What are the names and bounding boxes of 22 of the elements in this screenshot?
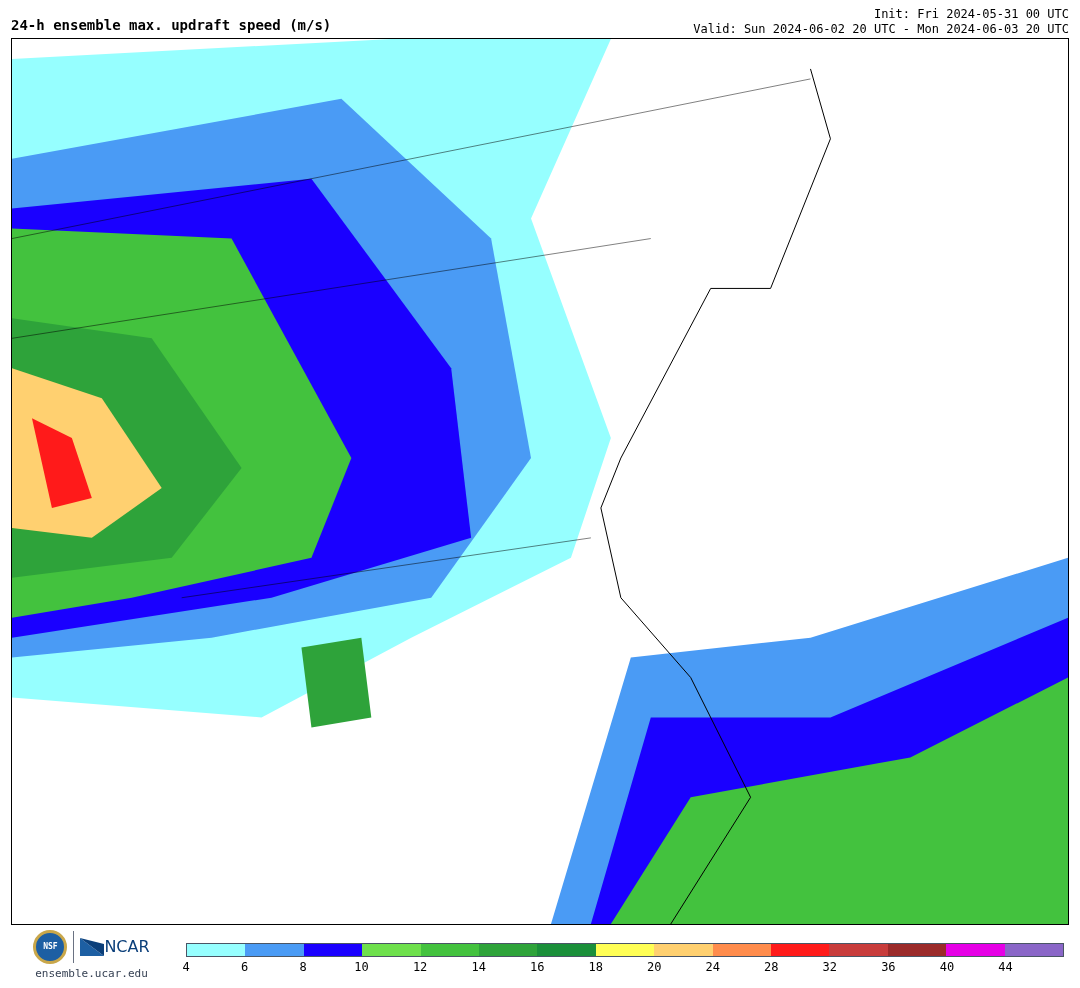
url-text: ensemble.ucar.edu xyxy=(35,966,148,982)
valid-time: Valid: Sun 2024-06-02 20 UTC - Mon 2024-06-03 20 UTC xyxy=(693,22,1069,37)
tick-label: 14 xyxy=(471,961,486,973)
tick-label: 4 xyxy=(182,961,190,973)
flag-icon xyxy=(80,938,105,956)
chart-title: 24-h ensemble max. updraft speed (m/s) xyxy=(11,18,332,32)
ncar-logo: NCAR xyxy=(104,936,150,958)
tick-label: 18 xyxy=(588,961,603,973)
tick-label: 16 xyxy=(529,961,545,973)
tick-label: 10 xyxy=(354,961,369,973)
tick-label: 40 xyxy=(939,961,955,973)
tick-label: 44 xyxy=(998,961,1013,973)
tick-label: 32 xyxy=(822,961,838,973)
tick-label: 36 xyxy=(881,961,896,973)
tick-label: 24 xyxy=(705,961,720,973)
tick-label: 28 xyxy=(764,961,779,973)
tick-label: 6 xyxy=(240,961,249,973)
tick-label: 8 xyxy=(299,961,307,973)
seal-icon: NSF xyxy=(33,930,68,964)
tick-label: 20 xyxy=(647,961,662,973)
tick-label: 12 xyxy=(412,961,428,973)
init-time: Init: Fri 2024-05-31 00 UTC xyxy=(873,7,1069,22)
